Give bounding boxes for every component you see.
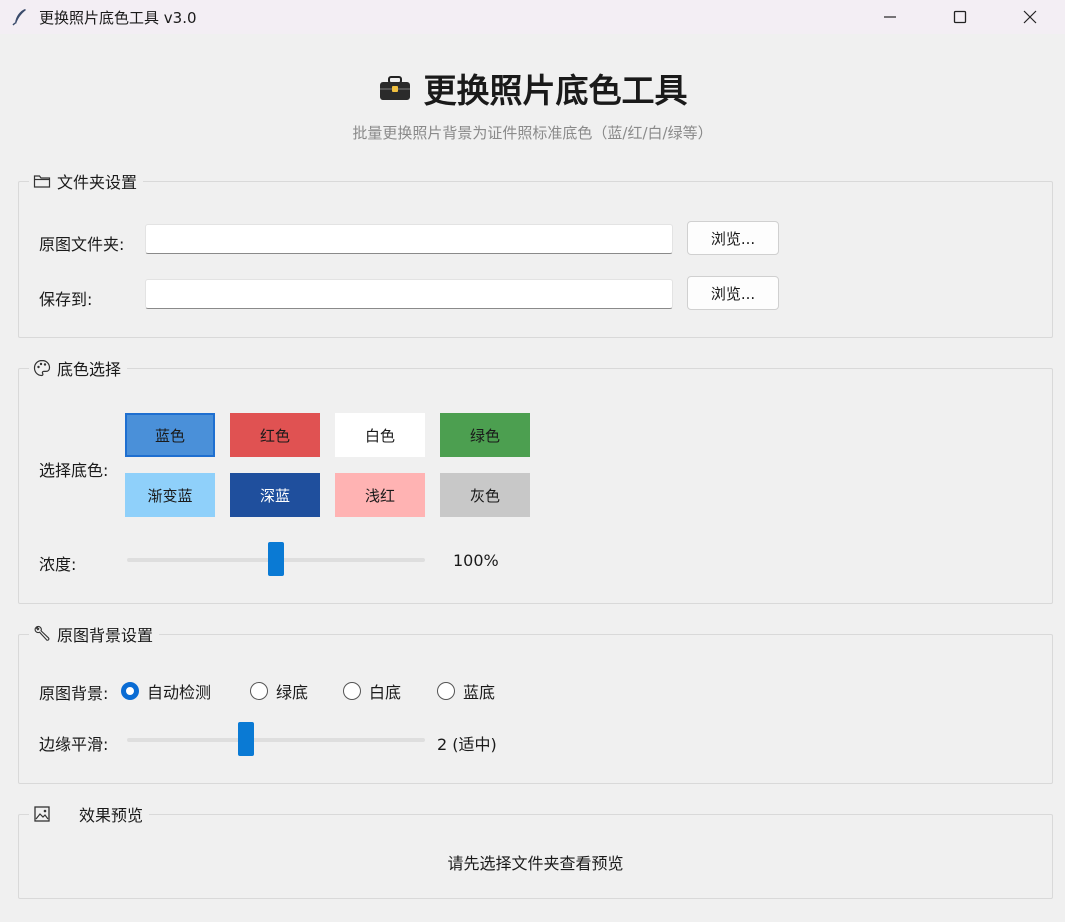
color-button-dark-blue[interactable]: 深蓝 (230, 473, 320, 517)
source-folder-input[interactable] (145, 224, 673, 254)
window-title: 更换照片底色工具 v3.0 (39, 8, 197, 27)
color-button-green[interactable]: 绿色 (440, 413, 530, 457)
radio-indicator (250, 682, 268, 700)
background-label: 原图背景: (39, 684, 109, 703)
app-window: 更换照片底色工具 v3.0 更换照片底色工具 批量更换照片背景为证件照标准底色（… (0, 0, 1065, 922)
smooth-slider-thumb[interactable] (238, 722, 255, 756)
browse-source-button[interactable]: 浏览... (687, 221, 779, 255)
color-select-group: 底色选择 选择底色: 蓝色 红色 白色 绿色渐变蓝 深蓝 浅红 灰色 浓度: 100% (18, 356, 1053, 604)
page-subtitle: 批量更换照片背景为证件照标准底色（蓝/红/白/绿等） (352, 124, 713, 142)
smooth-slider-track[interactable] (127, 738, 425, 742)
radio-label: 自动检测 (147, 683, 212, 702)
radio-green-bg[interactable]: 绿底 (250, 679, 308, 703)
color-button-red[interactable]: 红色 (230, 413, 320, 457)
page-title-text: 更换照片底色工具 (423, 71, 688, 110)
folder-settings-group: 文件夹设置 原图文件夹: 浏览... 保存到: 浏览... (18, 169, 1053, 338)
color-button-light-red[interactable]: 浅红 (335, 473, 425, 517)
intensity-value: 100% (453, 551, 499, 570)
radio-label: 白底 (369, 683, 402, 702)
background-settings-legend: 原图背景设置 (29, 622, 160, 646)
color-select-legend: 底色选择 (29, 356, 128, 380)
background-settings-group: 原图背景设置 原图背景: 自动检测 绿底 白底 蓝底 边缘平滑: 2 (适中) (18, 622, 1053, 784)
title-bar: 更换照片底色工具 v3.0 (0, 0, 1065, 34)
radio-indicator (121, 682, 139, 700)
color-button-blue[interactable]: 蓝色 (125, 413, 215, 457)
minimize-icon (884, 16, 896, 18)
intensity-slider-thumb[interactable] (268, 542, 284, 576)
minimize-button[interactable] (855, 0, 925, 34)
source-folder-label: 原图文件夹: (39, 235, 125, 254)
maximize-icon (953, 10, 967, 24)
color-button-white[interactable]: 白色 (335, 413, 425, 457)
radio-indicator (437, 682, 455, 700)
close-icon (1023, 10, 1037, 24)
color-select-label: 选择底色: (39, 461, 109, 480)
folder-icon (33, 175, 51, 188)
radio-label: 绿底 (276, 683, 309, 702)
save-folder-input[interactable] (145, 279, 673, 309)
page-title: 更换照片底色工具 (0, 64, 1065, 112)
preview-message: 请先选择文件夹查看预览 (447, 854, 624, 873)
maximize-button[interactable] (925, 0, 995, 34)
toolbox-icon (379, 76, 410, 100)
save-folder-label: 保存到: (39, 290, 93, 309)
intensity-label: 浓度: (39, 555, 77, 574)
smooth-label: 边缘平滑: (39, 735, 109, 754)
wrench-icon (34, 625, 50, 641)
image-icon (34, 806, 50, 822)
preview-group: 效果预览 请先选择文件夹查看预览 (18, 802, 1053, 899)
folder-settings-legend: 文件夹设置 (29, 169, 144, 193)
palette-icon (33, 359, 51, 377)
radio-indicator (343, 682, 361, 700)
preview-legend: 效果预览 (29, 802, 150, 826)
color-button-gray[interactable]: 灰色 (440, 473, 530, 517)
feather-icon (12, 9, 26, 26)
browse-save-button[interactable]: 浏览... (687, 276, 779, 310)
radio-auto-detect[interactable]: 自动检测 (121, 679, 211, 703)
close-button[interactable] (995, 0, 1065, 34)
radio-blue-bg[interactable]: 蓝底 (437, 679, 495, 703)
radio-white-bg[interactable]: 白底 (343, 679, 401, 703)
smooth-value: 2 (适中) (437, 735, 497, 754)
color-button-gradient-blue[interactable]: 渐变蓝 (125, 473, 215, 517)
radio-label: 蓝底 (463, 683, 496, 702)
